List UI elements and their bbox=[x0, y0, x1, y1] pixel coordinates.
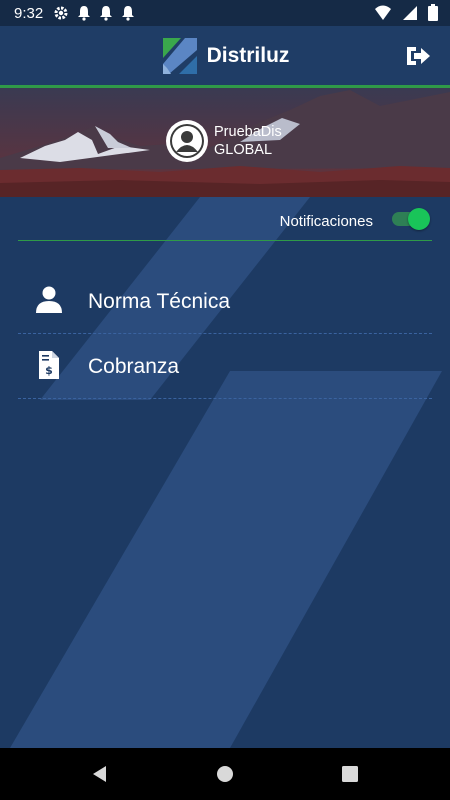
menu-item-label: Norma Técnica bbox=[88, 290, 230, 313]
user-profile: PruebaDis GLOBAL bbox=[166, 120, 282, 162]
recents-icon[interactable] bbox=[340, 764, 360, 784]
divider bbox=[18, 240, 432, 241]
battery-icon bbox=[428, 4, 438, 21]
menu-panel: Notificaciones Norma Técnica $ Cobranza bbox=[0, 197, 450, 748]
signal-icon bbox=[403, 5, 417, 20]
brand: Distriluz bbox=[161, 36, 290, 76]
notifications-toggle[interactable] bbox=[392, 208, 430, 230]
app-title: Distriluz bbox=[206, 43, 290, 67]
notification-bell-icon bbox=[78, 6, 91, 21]
distriluz-logo-icon bbox=[162, 37, 197, 74]
menu-item-label: Cobranza bbox=[88, 355, 180, 378]
menu-item-norma-tecnica[interactable]: Norma Técnica bbox=[18, 269, 432, 334]
status-time: 9:32 bbox=[14, 4, 44, 22]
notifications-label: Notificaciones bbox=[279, 213, 373, 230]
notification-bell-icon bbox=[122, 6, 135, 21]
user-role: GLOBAL bbox=[214, 142, 273, 158]
wifi-icon bbox=[375, 5, 391, 20]
invoice-icon: $ bbox=[39, 351, 59, 379]
menu-item-cobranza[interactable]: $ Cobranza bbox=[18, 334, 432, 399]
user-name: PruebaDis bbox=[214, 124, 282, 140]
notifications-row: Notificaciones bbox=[0, 197, 450, 241]
logout-icon[interactable] bbox=[404, 42, 432, 70]
app-bar: Distriluz bbox=[0, 26, 450, 85]
svg-text:$: $ bbox=[45, 364, 53, 377]
avatar bbox=[166, 120, 208, 162]
profile-banner: PruebaDis GLOBAL bbox=[0, 88, 450, 197]
settings-icon bbox=[54, 6, 68, 20]
home-icon[interactable] bbox=[215, 764, 235, 784]
avatar-person-icon bbox=[172, 126, 202, 156]
user-icon bbox=[36, 286, 62, 313]
notification-bell-icon bbox=[100, 6, 113, 21]
navigation-bar bbox=[0, 748, 450, 800]
back-icon[interactable] bbox=[90, 764, 110, 784]
status-bar: 9:32 bbox=[0, 0, 450, 26]
